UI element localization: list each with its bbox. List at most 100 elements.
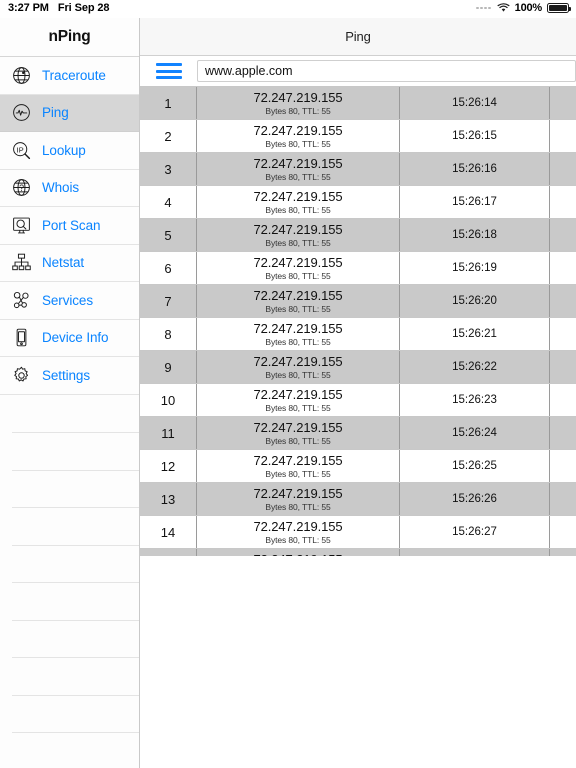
svg-text:IP: IP [16,145,23,154]
row-index: 10 [140,384,197,416]
app-root: 3:27 PM Fri Sep 28 100% nPing Traceroute… [0,0,576,768]
row-host: 72.247.219.155 Bytes 80, TTL: 55 [197,87,400,119]
status-bar: 3:27 PM Fri Sep 28 100% [0,0,576,18]
row-meta: Bytes 80, TTL: 55 [265,139,331,149]
row-index: 2 [140,120,197,152]
ip-magnifier-icon: IP [8,137,34,163]
row-host: 72.247.219.155 Bytes 80, TTL: 55 [197,384,400,416]
row-ip: 72.247.219.155 [253,486,343,501]
network-tree-icon [8,250,34,276]
status-date: Fri Sep 28 [57,2,110,14]
row-host: 72.247.219.155 Bytes 80, TTL: 55 [197,120,400,152]
phone-icon [8,325,34,351]
sidebar-item-label: Whois [42,180,80,196]
sidebar-empty-row [0,620,139,658]
sidebar-empty-row [0,432,139,470]
sidebar-item-whois[interactable]: ? Whois [0,170,139,207]
row-host: 72.247.219.155 Bytes 80, TTL: 55 [197,450,400,482]
table-row[interactable]: 15 72.247.219.155 Bytes 80, TTL: 55 15:2… [140,549,576,556]
row-meta: Bytes 80, TTL: 55 [265,436,331,446]
row-index: 1 [140,87,197,119]
row-index: 9 [140,351,197,383]
row-meta: Bytes 80, TTL: 55 [265,469,331,479]
sidebar-item-lookup[interactable]: IP Lookup [0,132,139,170]
signal-dots-icon [476,6,491,10]
sidebar: nPing Traceroute Ping IP Lookup ? Whois … [0,18,140,768]
hamburger-menu-icon[interactable] [156,61,184,81]
row-time: 15:26:28 [400,549,550,556]
row-ip: 72.247.219.155 [253,321,343,336]
row-ip: 72.247.219.155 [253,255,343,270]
row-host: 72.247.219.155 Bytes 80, TTL: 55 [197,252,400,284]
detail-pane: Ping www.apple.com 1 72.247.219.155 Byte… [140,18,576,768]
row-extra [550,87,576,119]
wifi-icon [497,3,510,13]
table-row[interactable]: 5 72.247.219.155 Bytes 80, TTL: 55 15:26… [140,219,576,252]
row-extra [550,483,576,515]
row-index: 7 [140,285,197,317]
row-ip: 72.247.219.155 [253,222,343,237]
table-row[interactable]: 6 72.247.219.155 Bytes 80, TTL: 55 15:26… [140,252,576,285]
globe-network-icon [8,62,34,88]
table-row[interactable]: 12 72.247.219.155 Bytes 80, TTL: 55 15:2… [140,450,576,483]
row-ip: 72.247.219.155 [253,189,343,204]
sidebar-item-traceroute[interactable]: Traceroute [0,57,139,95]
row-time: 15:26:20 [400,285,550,317]
row-index: 13 [140,483,197,515]
table-row[interactable]: 3 72.247.219.155 Bytes 80, TTL: 55 15:26… [140,153,576,186]
row-time: 15:26:24 [400,417,550,449]
row-host: 72.247.219.155 Bytes 80, TTL: 55 [197,516,400,548]
sidebar-item-netstat[interactable]: Netstat [0,245,139,282]
sidebar-item-device-info[interactable]: Device Info [0,320,139,357]
sidebar-item-port-scan[interactable]: Port Scan [0,207,139,245]
table-row[interactable]: 2 72.247.219.155 Bytes 80, TTL: 55 15:26… [140,120,576,153]
navigation-bar: Ping [140,18,576,56]
battery-percent: 100% [514,2,543,14]
table-row[interactable]: 4 72.247.219.155 Bytes 80, TTL: 55 15:26… [140,186,576,219]
sidebar-empty-row [0,507,139,545]
sidebar-item-settings[interactable]: Settings [0,357,139,395]
table-row[interactable]: 11 72.247.219.155 Bytes 80, TTL: 55 15:2… [140,417,576,450]
row-ip: 72.247.219.155 [253,420,343,435]
host-input[interactable]: www.apple.com [197,60,576,82]
sidebar-empty-row [0,582,139,620]
host-entry-row: www.apple.com [140,56,576,86]
row-ip: 72.247.219.155 [253,453,343,468]
row-extra [550,186,576,218]
sidebar-item-label: Traceroute [42,67,106,83]
table-row[interactable]: 14 72.247.219.155 Bytes 80, TTL: 55 15:2… [140,516,576,549]
row-index: 3 [140,153,197,185]
sidebar-empty-row [0,657,139,695]
row-index: 14 [140,516,197,548]
row-host: 72.247.219.155 Bytes 80, TTL: 55 [197,153,400,185]
row-meta: Bytes 80, TTL: 55 [265,304,331,314]
row-host: 72.247.219.155 Bytes 80, TTL: 55 [197,351,400,383]
row-meta: Bytes 80, TTL: 55 [265,205,331,215]
sidebar-empty-row [0,395,139,433]
table-row[interactable]: 10 72.247.219.155 Bytes 80, TTL: 55 15:2… [140,384,576,417]
row-extra [550,351,576,383]
sidebar-empty-row [0,695,139,733]
battery-full-icon [547,3,571,13]
status-bar-right: 100% [476,2,571,14]
table-row[interactable]: 7 72.247.219.155 Bytes 80, TTL: 55 15:26… [140,285,576,318]
sidebar-item-services[interactable]: Services [0,282,139,320]
ping-results-table[interactable]: 1 72.247.219.155 Bytes 80, TTL: 55 15:26… [140,86,576,556]
table-row[interactable]: 1 72.247.219.155 Bytes 80, TTL: 55 15:26… [140,87,576,120]
sidebar-item-label: Services [42,292,93,308]
row-ip: 72.247.219.155 [253,156,343,171]
table-row[interactable]: 13 72.247.219.155 Bytes 80, TTL: 55 15:2… [140,483,576,516]
app-title: nPing [48,28,91,45]
row-host: 72.247.219.155 Bytes 80, TTL: 55 [197,417,400,449]
sidebar-header: nPing [0,18,139,57]
sidebar-item-ping[interactable]: Ping [0,94,139,132]
row-index: 6 [140,252,197,284]
table-row[interactable]: 8 72.247.219.155 Bytes 80, TTL: 55 15:26… [140,318,576,351]
row-time: 15:26:18 [400,219,550,251]
row-extra [550,285,576,317]
sidebar-item-label: Device Info [42,330,109,346]
row-index: 5 [140,219,197,251]
row-extra [550,318,576,350]
table-row[interactable]: 9 72.247.219.155 Bytes 80, TTL: 55 15:26… [140,351,576,384]
row-ip: 72.247.219.155 [253,90,343,105]
